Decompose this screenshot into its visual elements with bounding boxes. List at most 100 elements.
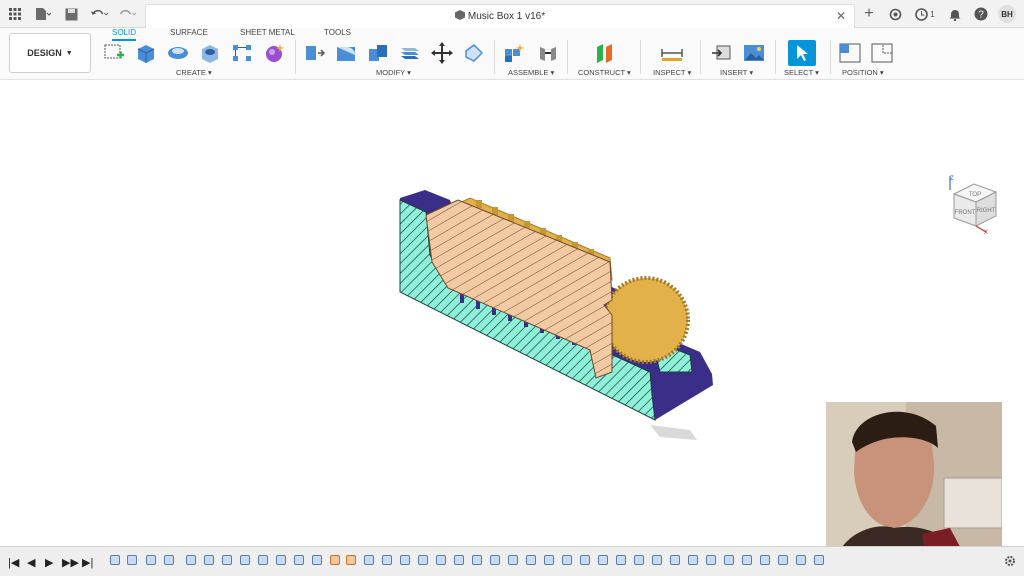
timeline-feature[interactable] (616, 555, 626, 565)
timeline-feature[interactable] (634, 555, 644, 565)
new-tab-plus-icon[interactable]: + (860, 5, 878, 23)
timeline-feature[interactable] (580, 555, 590, 565)
modify-menu[interactable]: MODIFY ▾ (376, 68, 411, 77)
fillet-icon[interactable] (334, 42, 358, 64)
model-shadow (650, 425, 697, 440)
timeline-feature[interactable] (330, 555, 340, 565)
timeline-feature[interactable] (204, 555, 214, 565)
position-menu[interactable]: POSITION ▾ (842, 68, 884, 77)
close-tab-icon[interactable]: ✕ (836, 9, 846, 23)
undo-icon[interactable] (90, 5, 108, 23)
select-menu[interactable]: SELECT ▾ (784, 68, 819, 77)
timeline-feature[interactable] (814, 555, 824, 565)
timeline-feature[interactable] (562, 555, 572, 565)
offset-plane-icon[interactable] (593, 42, 617, 64)
workspace-switcher-button[interactable]: DESIGN ▼ (9, 33, 91, 73)
joint-icon[interactable] (536, 42, 560, 64)
timeline-bar: |◀ ◀ ▶ ▶▶ ▶| (0, 546, 1024, 576)
assemble-menu[interactable]: ASSEMBLE ▾ (508, 68, 554, 77)
move-copy-icon[interactable] (430, 42, 454, 64)
save-icon[interactable] (62, 5, 80, 23)
timeline-feature[interactable] (294, 555, 304, 565)
timeline-settings-gear-icon[interactable] (1004, 554, 1016, 566)
toolbar-divider (640, 40, 641, 74)
shell-icon[interactable] (366, 42, 390, 64)
drive-gear (602, 276, 690, 364)
timeline-feature[interactable] (796, 555, 806, 565)
timeline-feature[interactable] (312, 555, 322, 565)
timeline-first-button[interactable]: |◀ (8, 556, 19, 569)
timeline-feature[interactable] (222, 555, 232, 565)
timeline-feature[interactable] (760, 555, 770, 565)
timeline-feature[interactable] (436, 555, 446, 565)
capture-position-icon[interactable] (838, 42, 862, 64)
select-icon[interactable] (788, 40, 816, 66)
timeline-prev-button[interactable]: ◀ (27, 556, 35, 569)
user-avatar[interactable]: BH (998, 5, 1016, 23)
form-icon[interactable] (262, 42, 286, 64)
timeline-feature[interactable] (240, 555, 250, 565)
pattern-icon[interactable] (230, 42, 254, 64)
create-sketch-icon[interactable] (102, 42, 126, 64)
model-cube-icon (454, 10, 465, 20)
timeline-feature[interactable] (146, 555, 156, 565)
timeline-feature[interactable] (186, 555, 196, 565)
timeline-feature[interactable] (544, 555, 554, 565)
combine-icon[interactable] (398, 42, 422, 64)
z-axis-label: Z (950, 176, 954, 182)
insert-menu[interactable]: INSERT ▾ (720, 68, 753, 77)
revert-position-icon[interactable] (870, 42, 894, 64)
tab-surface[interactable]: SURFACE (170, 28, 208, 37)
tab-solid[interactable]: SOLID (112, 28, 137, 41)
timeline-feature[interactable] (346, 555, 356, 565)
extrude-icon[interactable] (134, 42, 158, 64)
timeline-feature[interactable] (164, 555, 174, 565)
timeline-feature[interactable] (724, 555, 734, 565)
timeline-feature[interactable] (127, 555, 137, 565)
timeline-feature[interactable] (652, 555, 662, 565)
timeline-feature[interactable] (778, 555, 788, 565)
timeline-feature[interactable] (276, 555, 286, 565)
document-tab[interactable]: Music Box 1 v16* ✕ (145, 4, 855, 28)
revolve-icon[interactable] (166, 42, 190, 64)
help-icon[interactable]: ? (972, 5, 990, 23)
timeline-feature[interactable] (670, 555, 680, 565)
timeline-feature[interactable] (706, 555, 716, 565)
timeline-feature[interactable] (688, 555, 698, 565)
press-pull-icon[interactable] (302, 42, 326, 64)
construct-menu[interactable]: CONSTRUCT ▾ (578, 68, 631, 77)
hole-icon[interactable] (198, 42, 222, 64)
timeline-feature[interactable] (526, 555, 536, 565)
timeline-feature[interactable] (454, 555, 464, 565)
tab-tools[interactable]: TOOLS (324, 28, 351, 37)
timeline-feature[interactable] (490, 555, 500, 565)
tab-sheet-metal[interactable]: SHEET METAL (240, 28, 295, 37)
timeline-last-button[interactable]: ▶| (82, 556, 93, 569)
view-cube[interactable]: TOP FRONT RIGHT Z X (944, 174, 1004, 236)
timeline-feature[interactable] (742, 555, 752, 565)
align-icon[interactable] (462, 42, 486, 64)
file-menu-icon[interactable] (34, 5, 52, 23)
timeline-feature[interactable] (400, 555, 410, 565)
timeline-feature[interactable] (598, 555, 608, 565)
apps-grid-icon[interactable] (6, 5, 24, 23)
measure-icon[interactable] (660, 42, 684, 64)
timeline-feature[interactable] (110, 555, 120, 565)
timeline-feature[interactable] (258, 555, 268, 565)
timeline-feature[interactable] (382, 555, 392, 565)
extensions-icon[interactable] (886, 5, 904, 23)
insert-derive-icon[interactable] (710, 42, 734, 64)
inspect-menu[interactable]: INSPECT ▾ (653, 68, 691, 77)
timeline-next-button[interactable]: ▶▶ (62, 556, 79, 569)
job-status-icon[interactable]: 1 (912, 5, 938, 23)
timeline-play-button[interactable]: ▶ (45, 556, 53, 569)
new-component-icon[interactable] (502, 42, 526, 64)
redo-icon[interactable] (118, 5, 136, 23)
timeline-feature[interactable] (364, 555, 374, 565)
timeline-feature[interactable] (472, 555, 482, 565)
create-menu[interactable]: CREATE ▾ (176, 68, 212, 77)
timeline-feature[interactable] (418, 555, 428, 565)
insert-canvas-icon[interactable] (742, 42, 766, 64)
timeline-feature[interactable] (508, 555, 518, 565)
notifications-bell-icon[interactable] (946, 5, 964, 23)
